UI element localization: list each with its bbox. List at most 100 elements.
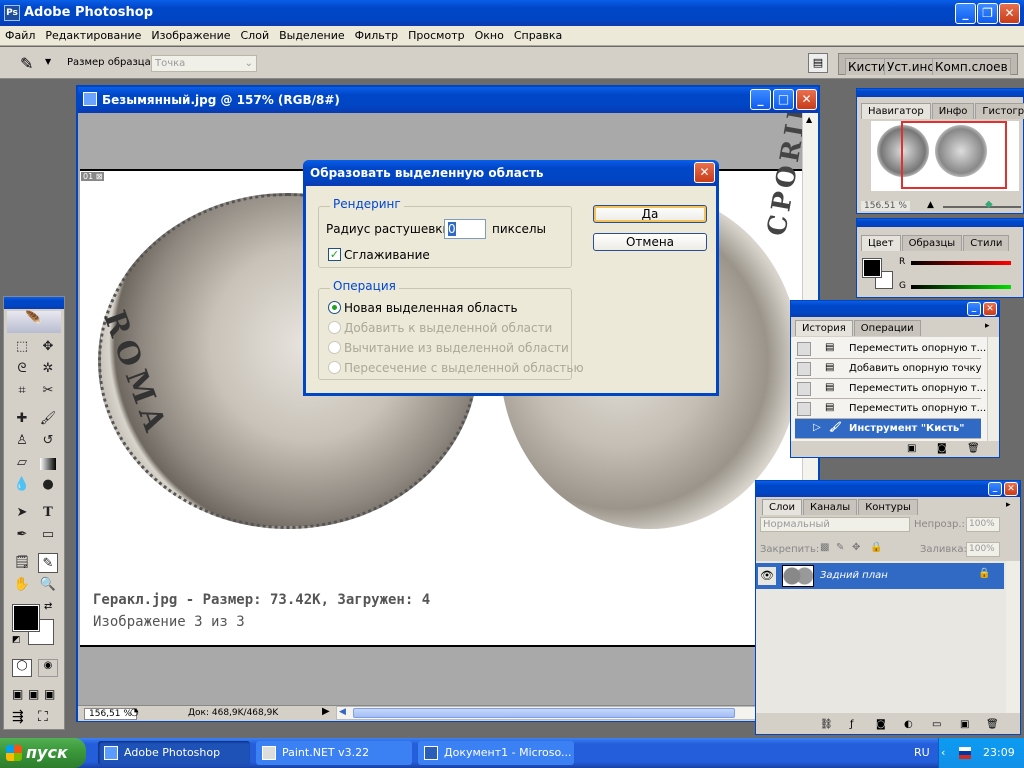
jump-to-imageready-icon[interactable]: ⇶ xyxy=(12,709,24,725)
layers-menu-icon[interactable]: ▸ xyxy=(1006,500,1011,510)
tray-expand-icon[interactable]: ‹ xyxy=(941,746,945,759)
doc-close-button[interactable]: ✕ xyxy=(796,89,817,110)
new-group-icon[interactable]: ▭ xyxy=(932,719,941,730)
status-info-icon[interactable]: ◔ xyxy=(130,707,139,718)
standard-mode-button[interactable]: ◯ xyxy=(12,659,32,677)
well-tab-layer-comps[interactable]: Комп.слоев xyxy=(932,58,1011,75)
lock-image-icon[interactable]: ✎ xyxy=(836,542,844,553)
zoom-tool-icon[interactable]: 🔍 xyxy=(38,575,58,595)
horizontal-scrollbar[interactable]: ◀ xyxy=(336,706,800,720)
tab-layers[interactable]: Слои xyxy=(762,499,802,515)
radio-new-selection[interactable] xyxy=(328,301,341,314)
navigator-title-bar[interactable] xyxy=(857,89,1024,97)
history-scrollbar[interactable] xyxy=(987,337,999,441)
foreground-color-swatch[interactable] xyxy=(12,604,40,632)
fill-input[interactable]: 100% xyxy=(966,542,1000,557)
screen-mode-1-icon[interactable]: ▣ xyxy=(12,687,23,701)
history-item[interactable]: ▤ Переместить опорную т... xyxy=(795,379,986,399)
radio-new-selection-label[interactable]: Новая выделенная область xyxy=(344,301,518,315)
navigator-zoom[interactable]: 156.51 % xyxy=(861,201,910,211)
sample-size-select[interactable]: Точка ⌄ xyxy=(151,55,257,72)
blend-mode-select[interactable]: Нормальный xyxy=(760,517,910,532)
layer-visibility-eye-icon[interactable]: 👁 xyxy=(758,567,776,585)
layer-mask-icon[interactable]: ◙ xyxy=(876,719,886,730)
scroll-thumb[interactable] xyxy=(353,708,735,718)
minimize-button[interactable]: _ xyxy=(955,3,976,24)
tab-actions[interactable]: Операции xyxy=(853,320,921,336)
menu-edit[interactable]: Редактирование xyxy=(40,26,146,46)
scroll-left-arrow-icon[interactable]: ◀ xyxy=(339,707,346,717)
tab-styles[interactable]: Стили xyxy=(963,235,1010,251)
status-menu-arrow-icon[interactable]: ▶ xyxy=(322,706,330,717)
blur-tool-icon[interactable]: 💧 xyxy=(12,475,32,495)
menu-file[interactable]: Файл xyxy=(0,26,40,46)
menu-layer[interactable]: Слой xyxy=(236,26,275,46)
tab-channels[interactable]: Каналы xyxy=(803,499,858,515)
eyedropper-tool-icon[interactable]: ✎ xyxy=(38,553,58,573)
opacity-input[interactable]: 100% xyxy=(966,517,1000,532)
link-layers-icon[interactable]: ⛓ xyxy=(820,719,833,730)
layer-row-background[interactable]: 👁 Задний план 🔒 xyxy=(756,563,1004,589)
gradient-tool-icon[interactable] xyxy=(40,458,56,470)
eyedropper-icon[interactable]: ✎ xyxy=(20,54,33,73)
tab-swatches[interactable]: Образцы xyxy=(901,235,963,251)
start-button[interactable]: пуск xyxy=(0,738,86,768)
document-title-bar[interactable]: Безымянный.jpg @ 157% (RGB/8#) _ □ ✕ xyxy=(78,87,818,113)
menu-view[interactable]: Просмотр xyxy=(403,26,469,46)
dialog-close-button[interactable]: ✕ xyxy=(694,162,715,183)
marquee-tool-icon[interactable]: ⬚ xyxy=(12,337,32,357)
history-menu-icon[interactable]: ▸ xyxy=(985,321,990,331)
close-button[interactable]: ✕ xyxy=(999,3,1020,24)
doc-maximize-button[interactable]: □ xyxy=(773,89,794,110)
lock-transparency-icon[interactable]: ▩ xyxy=(820,542,829,553)
layers-scrollbar[interactable] xyxy=(1006,561,1020,713)
clock[interactable]: 23:09 xyxy=(983,746,1015,759)
screen-mode-2-icon[interactable]: ▣ xyxy=(28,687,39,701)
layer-style-icon[interactable]: ƒ xyxy=(850,719,854,730)
path-selection-tool-icon[interactable]: ➤ xyxy=(12,503,32,523)
toolbox-title-bar[interactable] xyxy=(4,297,64,309)
swap-colors-icon[interactable]: ⇄ xyxy=(44,601,52,612)
zoom-out-icon[interactable]: ▲ xyxy=(927,200,934,210)
history-minimize-button[interactable]: _ xyxy=(967,302,981,316)
color-title-bar[interactable] xyxy=(857,219,1024,227)
navigator-view-box[interactable] xyxy=(901,121,1007,189)
taskbar-item-photoshop[interactable]: Adobe Photoshop xyxy=(98,741,250,765)
tab-color[interactable]: Цвет xyxy=(861,235,901,251)
clone-stamp-tool-icon[interactable]: ♙ xyxy=(12,431,32,451)
history-delete-icon[interactable]: 🗑 xyxy=(967,443,980,454)
dialog-title-bar[interactable]: Образовать выделенную область ✕ xyxy=(303,160,719,186)
history-item[interactable]: ▤ Добавить опорную точку xyxy=(795,359,982,379)
taskbar-item-paintnet[interactable]: Paint.NET v3.22 xyxy=(256,741,412,765)
ok-button[interactable]: Да xyxy=(593,205,707,223)
channel-r-slider[interactable] xyxy=(911,261,1011,265)
feather-radius-input[interactable]: 0 xyxy=(444,219,486,239)
lasso-tool-icon[interactable]: ᘓ xyxy=(12,359,32,379)
history-new-doc-icon[interactable]: ▣ xyxy=(907,443,916,454)
history-brush-tool-icon[interactable]: ↺ xyxy=(38,431,58,451)
zoom-level[interactable]: 156,51 % xyxy=(84,708,137,720)
default-colors-icon[interactable]: ◩ xyxy=(12,635,21,645)
doc-minimize-button[interactable]: _ xyxy=(750,89,771,110)
screen-mode-3-icon[interactable]: ▣ xyxy=(44,687,55,701)
tab-history[interactable]: История xyxy=(795,320,853,336)
layers-minimize-button[interactable]: _ xyxy=(988,482,1002,496)
menu-image[interactable]: Изображение xyxy=(146,26,235,46)
antialias-checkbox[interactable]: ✓ xyxy=(328,248,341,261)
history-item-active[interactable]: ▷ 🖌 Инструмент "Кисть" xyxy=(795,419,981,439)
type-tool-icon[interactable]: T xyxy=(38,503,58,523)
new-layer-icon[interactable]: ▣ xyxy=(960,719,969,730)
notes-tool-icon[interactable]: 🗒 xyxy=(12,553,32,573)
layers-title-bar[interactable]: _ ✕ xyxy=(756,481,1020,497)
shape-tool-icon[interactable]: ▭ xyxy=(38,525,58,545)
eraser-tool-icon[interactable]: ▱ xyxy=(12,453,32,473)
tab-info[interactable]: Инфо xyxy=(931,103,975,119)
antialias-label[interactable]: Сглаживание xyxy=(344,248,430,262)
history-title-bar[interactable]: _ ✕ xyxy=(791,301,999,317)
slice-tool-icon[interactable]: ✂ xyxy=(38,381,58,401)
tray-flag-icon[interactable] xyxy=(959,747,971,759)
cancel-button[interactable]: Отмена xyxy=(593,233,707,251)
navigator-zoom-slider[interactable] xyxy=(943,206,1021,208)
quick-mask-button[interactable]: ◉ xyxy=(38,659,58,677)
jump-to-imageready-2-icon[interactable]: ⛶ xyxy=(38,709,48,725)
